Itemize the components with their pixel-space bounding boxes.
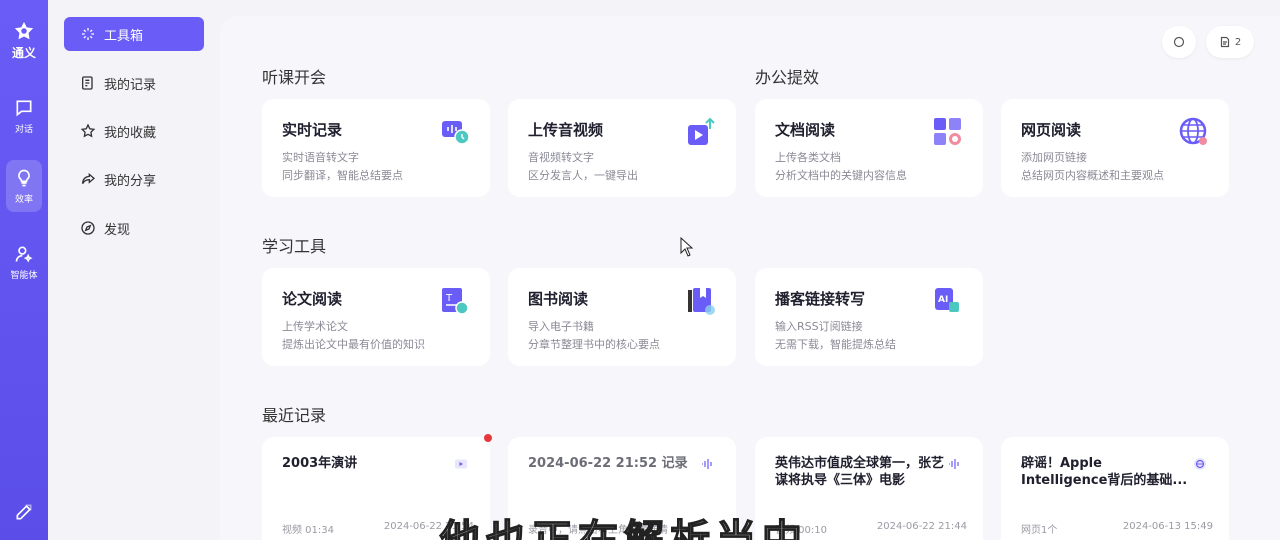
rail-item-label: 效率: [14, 195, 33, 205]
svg-text:T: T: [445, 293, 453, 304]
secondary-nav: 工具箱 我的记录 我的收藏 我的分享 发现: [48, 0, 220, 540]
tool-card-realtime[interactable]: 实时记录 实时语音转文字 同步翻译，智能总结要点: [262, 99, 490, 197]
tool-card-upload-media[interactable]: 上传音视频 音视频转文字 区分发言人，一键导出: [508, 99, 736, 197]
section-title-office: 办公提效: [755, 68, 820, 87]
card-desc-1: 添加网页链接: [1021, 151, 1087, 164]
recent-item[interactable]: 辟谣！Apple Intelligence背后的基础... 网页1个 2024-…: [1001, 437, 1229, 540]
document-icon: [1220, 36, 1229, 48]
nav-item-label: 我的收藏: [104, 125, 157, 141]
upload-video-icon: [688, 117, 715, 145]
share-icon: [82, 172, 96, 184]
card-title: 网页阅读: [1021, 121, 1082, 139]
documents-button[interactable]: 2: [1206, 26, 1254, 58]
book-icon: [688, 288, 715, 315]
audio-wave-icon: [702, 459, 712, 469]
realtime-record-icon: [442, 121, 470, 145]
section-title-listen: 听课开会: [262, 68, 327, 87]
recent-title: 英伟达市值成全球第一，张艺谋将执导《三体》电影: [775, 456, 945, 488]
section-title-recent: 最近记录: [262, 406, 327, 425]
nav-item-discover[interactable]: 发现: [64, 211, 204, 245]
tool-card-podcast[interactable]: 播客链接转写 输入RSS订阅链接 无需下载，智能提炼总结 AI: [755, 268, 983, 366]
web-type-icon: [1194, 458, 1206, 470]
nav-item-shares[interactable]: 我的分享: [64, 162, 204, 196]
card-desc-1: 上传各类文档: [775, 151, 841, 164]
card-desc-1: 实时语音转文字: [282, 151, 359, 164]
recent-meta: 视频 01:34: [282, 525, 334, 536]
audio-wave-icon: [949, 459, 959, 469]
paper-icon: T: [442, 288, 469, 315]
section-title-study: 学习工具: [262, 237, 327, 256]
star-icon: [80, 123, 96, 138]
nav-item-label: 我的记录: [104, 77, 157, 93]
lightbulb-icon: [18, 169, 30, 187]
recent-title: 2024-06-22 21:52 记录: [528, 456, 688, 471]
recent-title: 2003年演讲: [282, 456, 358, 471]
rail-item-chat[interactable]: 对话: [6, 90, 42, 142]
tool-card-book-reading[interactable]: 图书阅读 导入电子书籍 分章节整理书中的核心要点: [508, 268, 736, 366]
agent-icon: [15, 246, 33, 263]
nav-item-favorites[interactable]: 我的收藏: [64, 114, 204, 148]
rail-item-label: 智能体: [10, 271, 38, 281]
nav-item-toolbox[interactable]: 工具箱: [64, 17, 204, 51]
tool-card-web-reading[interactable]: 网页阅读 添加网页链接 总结网页内容概述和主要观点: [1001, 99, 1229, 197]
video-subtitle: 他也正在解析当中: [439, 517, 808, 540]
status-button[interactable]: [1162, 26, 1196, 58]
chat-bubble-icon: [16, 100, 32, 117]
logo-icon: [14, 21, 34, 40]
main-panel: 2 听课开会 办公提效 学习工具 最近记录 实时记录 实时语音转文字 同步翻译，…: [220, 16, 1280, 540]
card-title: 播客链接转写: [775, 290, 866, 308]
recent-meta: 网页1个: [1021, 525, 1058, 536]
card-title: 论文阅读: [282, 290, 343, 308]
card-desc-1: 上传学术论文: [282, 320, 348, 333]
card-desc-2: 提炼出论文中最有价值的知识: [282, 338, 425, 351]
tool-card-doc-reading[interactable]: 文档阅读 上传各类文档 分析文档中的关键内容信息: [755, 99, 983, 197]
notification-dot: [484, 434, 492, 442]
nav-item-label: 工具箱: [104, 28, 144, 44]
rail-item-label: 对话: [14, 125, 33, 135]
card-desc-2: 无需下载，智能提炼总结: [775, 338, 896, 351]
circle-icon: [1173, 36, 1185, 48]
card-desc-2: 分析文档中的关键内容信息: [775, 169, 907, 182]
left-rail: 通义 对话 效率 智能体: [0, 0, 48, 540]
documents-count: 2: [1234, 36, 1242, 48]
nav-item-records[interactable]: 我的记录: [64, 66, 204, 100]
video-type-icon: [455, 459, 467, 469]
card-desc-2: 分章节整理书中的核心要点: [528, 338, 660, 351]
card-desc-1: 音视频转文字: [528, 151, 594, 164]
logo-text: 通义: [11, 46, 36, 60]
recent-title: 辟谣！Apple Intelligence背后的基础...: [1021, 456, 1188, 488]
card-title: 上传音视频: [528, 121, 604, 139]
card-title: 实时记录: [282, 121, 343, 139]
recent-time: 2024-06-22 21:44: [876, 521, 967, 532]
tool-card-paper-reading[interactable]: 论文阅读 上传学术论文 提炼出论文中最有价值的知识 T: [262, 268, 490, 366]
document-grid-icon: [934, 118, 961, 145]
recent-time: 2024-06-13 15:49: [1122, 521, 1213, 532]
record-icon: [82, 76, 93, 90]
compass-icon: [81, 221, 95, 235]
app-logo[interactable]: 通义: [0, 20, 48, 61]
card-desc-2: 同步翻译，智能总结要点: [282, 169, 403, 182]
card-title: 文档阅读: [775, 121, 836, 139]
ai-podcast-icon: AI: [935, 288, 959, 312]
nav-item-label: 发现: [104, 222, 131, 238]
rail-item-efficiency[interactable]: 效率: [6, 160, 42, 212]
card-desc-1: 导入电子书籍: [528, 320, 594, 333]
card-desc-2: 总结网页内容概述和主要观点: [1021, 169, 1164, 182]
card-desc-2: 区分发言人，一键导出: [528, 169, 638, 182]
svg-text:AI: AI: [938, 295, 948, 305]
card-desc-1: 输入RSS订阅链接: [775, 320, 863, 333]
edit-icon[interactable]: [14, 502, 34, 522]
sparkle-icon: [82, 28, 94, 40]
nav-item-label: 我的分享: [104, 173, 157, 189]
mouse-cursor-icon: [680, 237, 694, 257]
card-title: 图书阅读: [528, 290, 589, 308]
rail-item-agent[interactable]: 智能体: [6, 236, 42, 288]
globe-icon: [1179, 117, 1207, 145]
